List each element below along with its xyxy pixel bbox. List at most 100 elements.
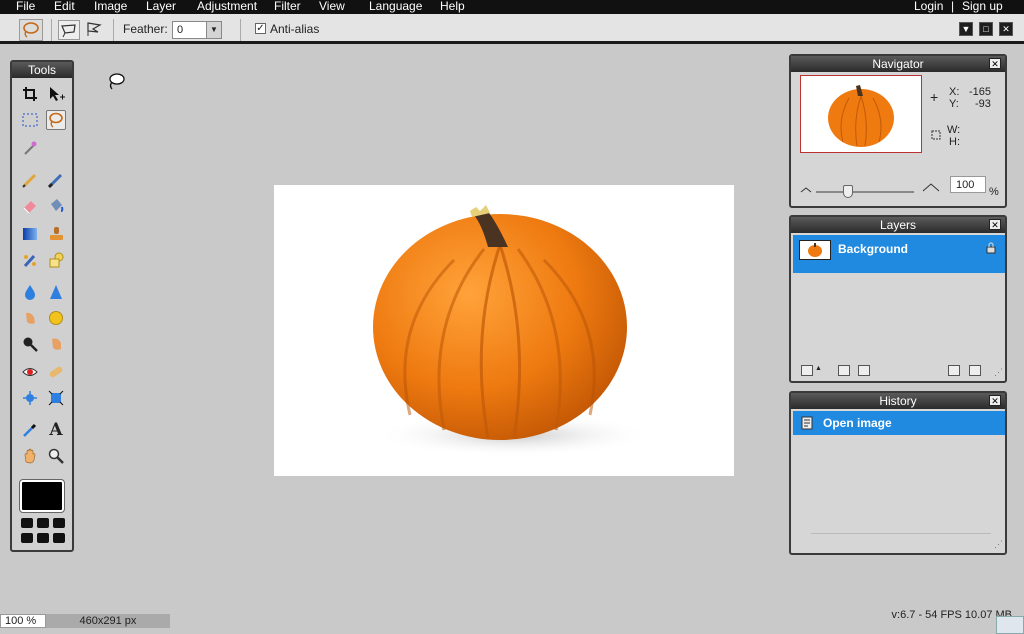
menu-layer[interactable]: Layer [146,0,176,13]
history-item-label: Open image [823,416,892,430]
burn-icon[interactable] [46,334,66,354]
menu-file[interactable]: File [16,0,35,13]
nav-h-label: H: [949,136,960,148]
tool-options-bar: Feather: 0 ▼ ✓ Anti-alias ▼ □ ✕ [0,14,1024,44]
pinch-icon[interactable] [46,388,66,408]
menu-help[interactable]: Help [440,0,465,13]
antialias-label: Anti-alias [270,22,320,36]
navigator-title: Navigator [791,56,1005,72]
navigator-thumbnail[interactable] [800,75,922,153]
tools-panel: Tools A [10,60,74,552]
close-icon[interactable]: ✕ [989,395,1001,406]
layer-style-icon[interactable] [858,365,870,376]
sponge-icon[interactable] [46,308,66,328]
blur-icon[interactable] [20,282,40,302]
trash-icon[interactable] [969,365,981,376]
lasso-cursor-icon [106,72,126,95]
clone-stamp-icon[interactable] [46,224,66,244]
dodge-icon[interactable] [20,334,40,354]
zoom-unit: % [989,186,999,198]
zoom-slider-thumb[interactable] [843,185,853,198]
nav-y-value: -93 [975,98,991,110]
layer-mask-icon[interactable] [838,365,850,376]
menu-language[interactable]: Language [369,0,422,13]
tools-panel-title: Tools [12,62,72,78]
toolbar-divider [51,19,52,41]
nav-y-label: Y: [949,98,959,110]
zoom-icon[interactable] [46,446,66,466]
resize-grip-icon[interactable]: ⋰ [994,539,1003,550]
close-icon[interactable]: ✕ [999,22,1013,36]
move-icon[interactable] [46,84,66,104]
zoom-in-icon[interactable] [922,182,940,195]
sharpen-icon[interactable] [46,282,66,302]
type-icon[interactable]: A [46,420,66,440]
status-bar: 100 % 460x291 px [0,614,1024,634]
hand-icon[interactable] [20,446,40,466]
color-picker-icon[interactable] [20,420,40,440]
paint-bucket-icon[interactable] [46,196,66,216]
preset-swatch[interactable] [21,518,33,528]
menu-separator: | [951,0,955,13]
login-link[interactable]: Login [914,0,943,13]
crop-icon[interactable] [20,84,40,104]
toolbar-divider [113,19,114,41]
shapes-icon[interactable] [46,250,66,270]
antialias-checkbox[interactable]: ✓ [255,23,266,34]
eraser-icon[interactable] [20,196,40,216]
magic-wand-icon[interactable] [20,138,40,158]
spot-heal-icon[interactable] [46,362,66,382]
chevron-up-icon[interactable]: ▲ [815,365,822,372]
signup-link[interactable]: Sign up [962,0,1003,13]
minimize-icon[interactable]: ▼ [959,22,973,36]
new-layer-icon[interactable] [948,365,960,376]
current-tool-lasso-icon [19,19,43,41]
toolbar-divider [240,19,241,41]
zoom-slider[interactable] [816,185,914,198]
menu-edit[interactable]: Edit [54,0,75,13]
history-item[interactable]: Open image [793,411,1005,435]
smudge-icon[interactable] [20,308,40,328]
menu-view[interactable]: View [319,0,345,13]
menu-adjustment[interactable]: Adjustment [197,0,257,13]
preset-swatch[interactable] [53,533,65,543]
color-replace-icon[interactable] [20,250,40,270]
lock-icon[interactable] [986,242,996,257]
preset-swatch[interactable] [21,533,33,543]
zoom-slider-track [816,191,914,193]
gradient-icon[interactable] [20,224,40,244]
preset-swatch[interactable] [37,518,49,528]
layer-name: Background [838,242,909,256]
version-info: v:6.7 - 54 FPS 10.07 MB [891,609,1012,621]
foreground-color-swatch[interactable] [19,479,65,513]
layers-title: Layers [791,217,1005,233]
selection-size-icon [931,128,943,143]
close-icon[interactable]: ✕ [989,219,1001,230]
pencil-icon[interactable] [20,170,40,190]
document-icon [801,416,815,433]
resize-grip-icon[interactable]: ⋰ [994,367,1003,378]
feather-label: Feather: [123,22,168,36]
zoom-input[interactable]: 100 [950,176,986,193]
pumpkin-image [373,205,654,457]
preset-swatch[interactable] [53,518,65,528]
zoom-out-icon[interactable] [800,184,812,196]
feather-input[interactable]: 0 ▼ [172,21,222,39]
lasso-mode-polygon-icon[interactable] [84,20,106,40]
layer-row[interactable]: Background [793,235,1005,273]
red-eye-icon[interactable] [20,362,40,382]
close-icon[interactable]: ✕ [989,58,1001,69]
lasso-icon[interactable] [46,110,66,130]
brush-icon[interactable] [46,170,66,190]
marquee-icon[interactable] [20,110,40,130]
download-icon[interactable] [996,616,1024,634]
menu-filter[interactable]: Filter [274,0,301,13]
chevron-down-icon[interactable]: ▼ [206,22,221,38]
maximize-icon[interactable]: □ [979,22,993,36]
menu-image[interactable]: Image [94,0,127,13]
bloat-icon[interactable] [20,388,40,408]
preset-swatch[interactable] [37,533,49,543]
image-canvas[interactable] [274,185,734,476]
lasso-mode-freehand-icon[interactable] [58,20,80,40]
layer-settings-icon[interactable] [801,365,813,376]
